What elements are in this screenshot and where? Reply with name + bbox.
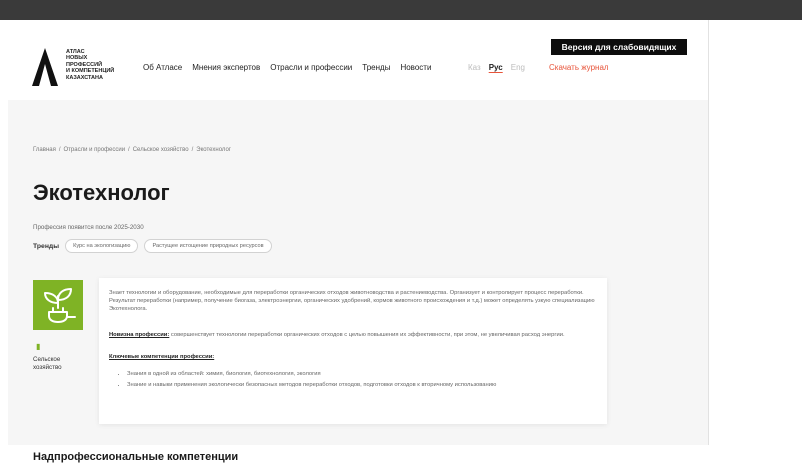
sector-label-line: хозяйство (33, 364, 62, 371)
plant-plug-icon (33, 280, 83, 330)
key-competencies-list: Знания в одной из областей: химия, биоло… (119, 370, 589, 392)
nav-item-experts[interactable]: Мнения экспертов (192, 63, 260, 72)
nav-item-news[interactable]: Новости (400, 63, 431, 72)
novelty-text: совершенствует технологии переработки ор… (169, 332, 565, 338)
nav-item-about[interactable]: Об Атласе (143, 63, 182, 72)
section-title: Надпрофессиональные компетенции (33, 451, 239, 463)
lang-eng[interactable]: Eng (511, 63, 525, 72)
accessibility-version-button[interactable]: Версия для слабовидящих (551, 39, 687, 55)
profession-card: Знает технологии и оборудование, необход… (99, 278, 607, 424)
trend-tag-resources[interactable]: Растущее истощение природных ресурсов (144, 239, 272, 253)
logo-text[interactable]: АТЛАС НОВЫХ ПРОФЕССИЙ И КОМПЕТЕНЦИЙ КАЗА… (66, 49, 136, 81)
page-title: Экотехнолог (33, 180, 170, 205)
site-header: АТЛАС НОВЫХ ПРОФЕССИЙ И КОМПЕТЕНЦИЙ КАЗА… (0, 20, 708, 100)
profession-description: Знает технологии и оборудование, необход… (109, 290, 595, 313)
list-item: Знания в одной из областей: химия, биоло… (127, 370, 589, 378)
novelty-paragraph: Новизна профессии: совершенствует технол… (109, 331, 597, 339)
atlas-logo[interactable] (32, 48, 58, 86)
trends-label: Тренды (33, 242, 60, 250)
breadcrumb-home[interactable]: Главная (33, 147, 56, 153)
page: АТЛАС НОВЫХ ПРОФЕССИЙ И КОМПЕТЕНЦИЙ КАЗА… (0, 20, 802, 463)
page-divider (708, 20, 709, 445)
appears-date: Профессия появится после 2025-2030 (33, 224, 144, 231)
breadcrumb: Главная / Отрасли и профессии / Сельское хоз… (33, 147, 231, 153)
language-switcher: Каз Рус Eng (468, 63, 525, 72)
breadcrumb-current: Экотехнолог (196, 147, 231, 153)
trends-row: Тренды Курс на экологизацию Растущее ист… (33, 239, 272, 253)
list-item: Знание и навыки применения экологически … (127, 381, 589, 389)
browser-top-bar (0, 0, 802, 20)
battery-icon: ▮ (36, 342, 41, 351)
sector-label[interactable]: Сельское хозяйство (33, 356, 62, 372)
main-nav: Об Атласе Мнения экспертов Отрасли и про… (143, 63, 431, 72)
breadcrumb-industries[interactable]: Отрасли и профессии (64, 147, 126, 153)
nav-item-trends[interactable]: Тренды (362, 63, 390, 72)
main-content: Главная / Отрасли и профессии / Сельское хоз… (8, 100, 708, 463)
novelty-label: Новизна профессии: (109, 332, 170, 338)
lang-kaz[interactable]: Каз (468, 63, 481, 72)
key-competencies-title: Ключевые компетенции профессии: (109, 354, 215, 360)
nav-item-industries[interactable]: Отрасли и профессии (270, 63, 352, 72)
trend-tag-ecologization[interactable]: Курс на экологизацию (65, 239, 139, 253)
breadcrumb-agriculture[interactable]: Сельское хозяйство (133, 147, 189, 153)
sector-label-line: Сельское (33, 356, 61, 363)
lang-rus[interactable]: Рус (489, 63, 503, 72)
download-magazine-link[interactable]: Скачать журнал (549, 63, 609, 72)
logo-line: КАЗАХСТАНА (66, 74, 103, 81)
